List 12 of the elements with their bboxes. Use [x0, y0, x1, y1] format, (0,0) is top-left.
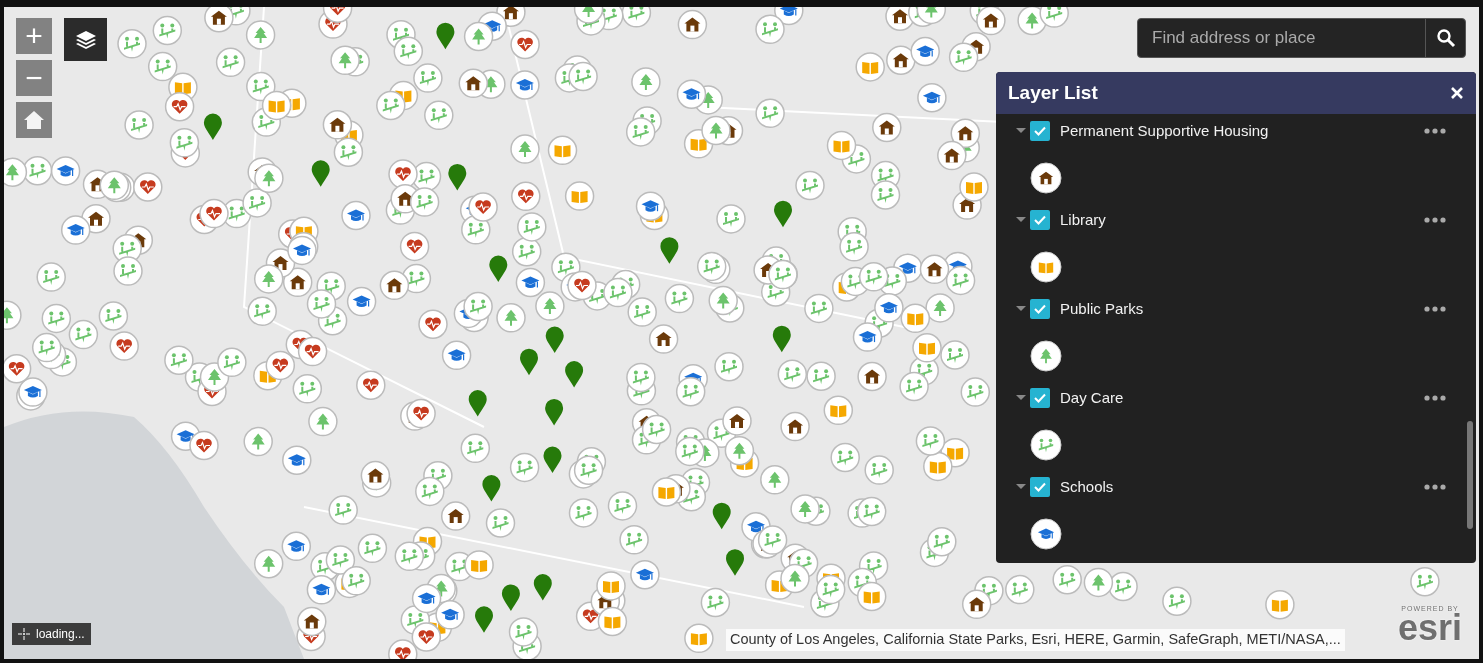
status-text: loading... [36, 626, 85, 643]
layer-name: Day Care [1060, 387, 1125, 408]
layer-name: Library [1060, 209, 1107, 230]
panel-title: Layer List [1008, 80, 1098, 105]
layer-name: Schools [1060, 476, 1115, 497]
search-field[interactable]: Find address or place [1138, 19, 1425, 57]
attribution-text: County of Los Angeles, California State Parks, Esri, HERE, Garmin, SafeGraph, METI/NASA,... [726, 629, 1345, 651]
zoom-out-button[interactable]: − [16, 60, 52, 96]
zoom-in-button[interactable]: + [16, 18, 52, 54]
search-bar[interactable]: Find address or place [1137, 18, 1466, 58]
layer-name: Permanent Supportive Housing [1060, 120, 1270, 141]
layer-name: Public Parks [1060, 298, 1145, 319]
